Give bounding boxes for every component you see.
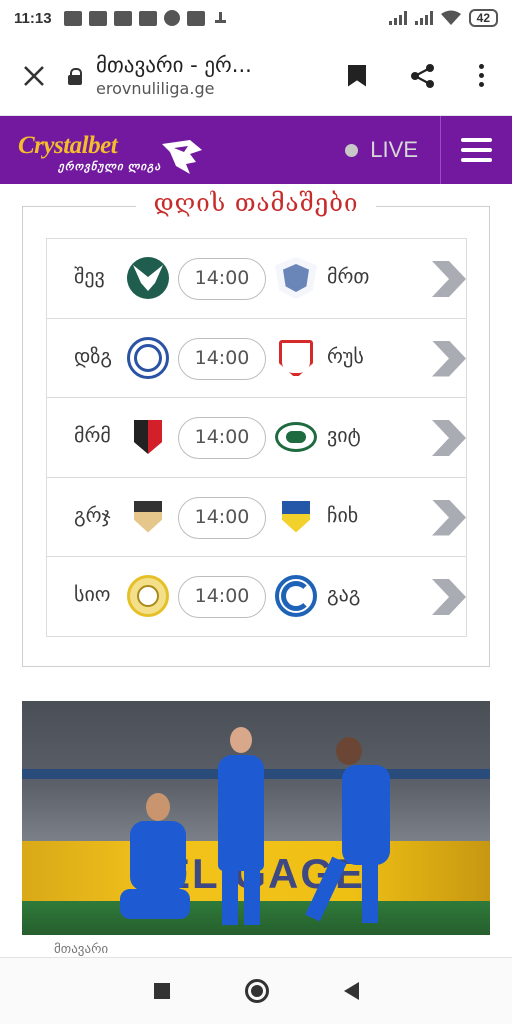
- chevron-right-icon[interactable]: [432, 579, 466, 615]
- live-label: LIVE: [370, 137, 418, 162]
- chevron-right-icon[interactable]: [432, 340, 466, 377]
- away-team: რუს: [327, 343, 364, 368]
- live-dot-icon: [345, 143, 359, 157]
- player-figure: [336, 737, 362, 765]
- url-bar[interactable]: მთავარი - ერ... erovnuliliga.ge: [68, 53, 324, 98]
- player-figure: [342, 765, 390, 865]
- notification-icons: [63, 10, 230, 26]
- share-icon: [411, 63, 434, 88]
- more-icon: [478, 64, 484, 87]
- away-team: ჩიხ: [327, 502, 359, 527]
- home-icon[interactable]: [244, 979, 269, 1003]
- home-team: შევ: [74, 264, 105, 288]
- chikhura-logo-icon: [275, 495, 317, 538]
- lock-icon: [68, 67, 82, 85]
- android-nav-bar: [0, 957, 512, 1024]
- skype-icon: [163, 10, 180, 26]
- facebook-icon: [138, 10, 157, 26]
- mail-icon: [186, 10, 205, 26]
- match-time: 14:00: [178, 258, 266, 300]
- status-bar: 11:13 42: [0, 0, 512, 36]
- download-icon: [212, 11, 230, 26]
- menu-icon: [461, 138, 492, 142]
- hamburger-menu-button[interactable]: [440, 116, 512, 184]
- news-caption: მთავარი: [54, 942, 109, 957]
- match-time: 14:00: [178, 337, 266, 380]
- home-team: გრჯ: [74, 502, 111, 527]
- player-figure: [244, 869, 260, 925]
- wifi-icon: [440, 10, 461, 25]
- battery-icon: 42: [468, 9, 498, 27]
- match-time: 14:00: [178, 417, 266, 459]
- bookmark-icon: [348, 64, 366, 87]
- brand-logo[interactable]: Crystalbet ეროვნული ლიგა: [18, 122, 208, 178]
- match-time: 14:00: [178, 576, 266, 618]
- away-team: ვიტ: [327, 423, 361, 447]
- player-figure: [120, 889, 190, 919]
- player-figure: [130, 821, 186, 891]
- brand-name: Crystalbet: [18, 132, 118, 159]
- home-team: სიო: [74, 582, 111, 606]
- brand-subtitle: ეროვნული ლიგა: [58, 161, 161, 173]
- site-header: Crystalbet ეროვნული ლიგა LIVE: [0, 116, 512, 184]
- close-tab-button[interactable]: [0, 36, 68, 116]
- back-icon[interactable]: [343, 982, 359, 1000]
- vit-georgia-logo-icon: [275, 422, 317, 452]
- player-figure: [230, 727, 252, 753]
- gagra-logo-icon: [275, 575, 317, 617]
- match-row[interactable]: შევ 14:00 მრთ: [46, 238, 467, 319]
- player-figure: [222, 869, 238, 925]
- close-icon: [24, 65, 44, 86]
- match-list: შევ 14:00 მრთ დზგ 14:00 რუს მრმ 14:00 ვი…: [46, 238, 467, 637]
- player-figure: [218, 755, 264, 871]
- match-row[interactable]: დზგ 14:00 რუს: [46, 317, 467, 399]
- player-figure: [146, 793, 170, 821]
- matches-title: დღის თამაშები: [135, 189, 377, 217]
- facebook-icon: [113, 10, 132, 26]
- share-button[interactable]: [390, 46, 456, 106]
- home-team: დზგ: [74, 343, 112, 368]
- merani-logo-icon: [275, 257, 317, 299]
- chevron-right-icon[interactable]: [432, 499, 466, 536]
- away-team: მრთ: [327, 264, 370, 288]
- chevron-right-icon[interactable]: [432, 261, 466, 297]
- status-time: 11:13: [14, 9, 52, 27]
- rustavi-logo-icon: [275, 336, 317, 379]
- page-url: erovnuliliga.ge: [96, 79, 215, 98]
- away-team: გაგ: [327, 582, 361, 606]
- home-team: მრმ: [74, 423, 111, 447]
- helmet-icon: [162, 140, 202, 174]
- sioni-logo-icon: [127, 575, 169, 617]
- matches-title-wrap: დღის თამაშები: [23, 189, 489, 217]
- signal-icon: [414, 11, 433, 25]
- signal-icon: [388, 11, 407, 25]
- match-row[interactable]: სიო 14:00 გაგ: [46, 556, 467, 637]
- recents-icon[interactable]: [153, 983, 170, 999]
- meshakhte-logo-icon: [127, 416, 169, 458]
- shevardeni-logo-icon: [127, 257, 169, 299]
- more-options-button[interactable]: [456, 46, 506, 106]
- bookmark-button[interactable]: [324, 46, 390, 106]
- chevron-right-icon[interactable]: [432, 420, 466, 456]
- match-row[interactable]: მრმ 14:00 ვიტ: [46, 397, 467, 478]
- todays-matches-panel: დღის თამაშები შევ 14:00 მრთ დზგ 14:00 რუ…: [22, 189, 490, 667]
- system-icons: 42: [388, 9, 498, 27]
- player-figure: [362, 861, 378, 923]
- page-title: მთავარი - ერ...: [96, 53, 252, 77]
- browser-toolbar: მთავარი - ერ... erovnuliliga.ge: [0, 36, 512, 116]
- gareji-logo-icon: [127, 495, 169, 538]
- live-button[interactable]: LIVE: [345, 116, 440, 184]
- news-photo[interactable]: ELIGAGE: [22, 701, 490, 935]
- chat-icon: [63, 10, 82, 26]
- dinamo-zugdidi-logo-icon: [127, 336, 169, 379]
- match-row[interactable]: გრჯ 14:00 ჩიხ: [46, 476, 467, 558]
- chat-icon: [88, 10, 107, 26]
- match-time: 14:00: [178, 496, 266, 539]
